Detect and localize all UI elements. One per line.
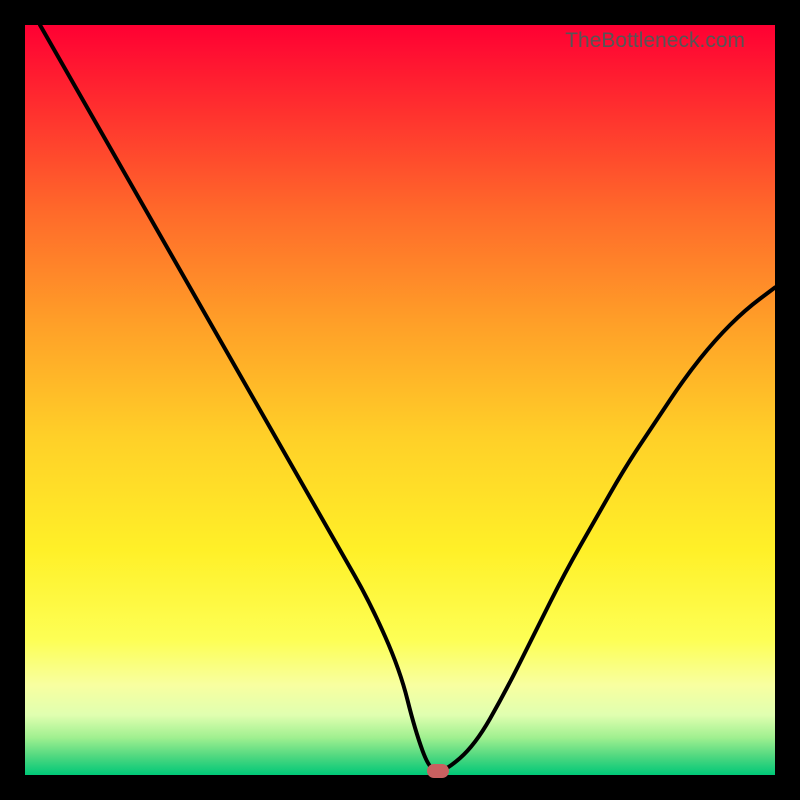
watermark-text: TheBottleneck.com: [565, 29, 745, 53]
bottleneck-curve: [25, 25, 775, 775]
chart-container: TheBottleneck.com: [25, 25, 775, 775]
optimal-marker: [427, 764, 449, 778]
